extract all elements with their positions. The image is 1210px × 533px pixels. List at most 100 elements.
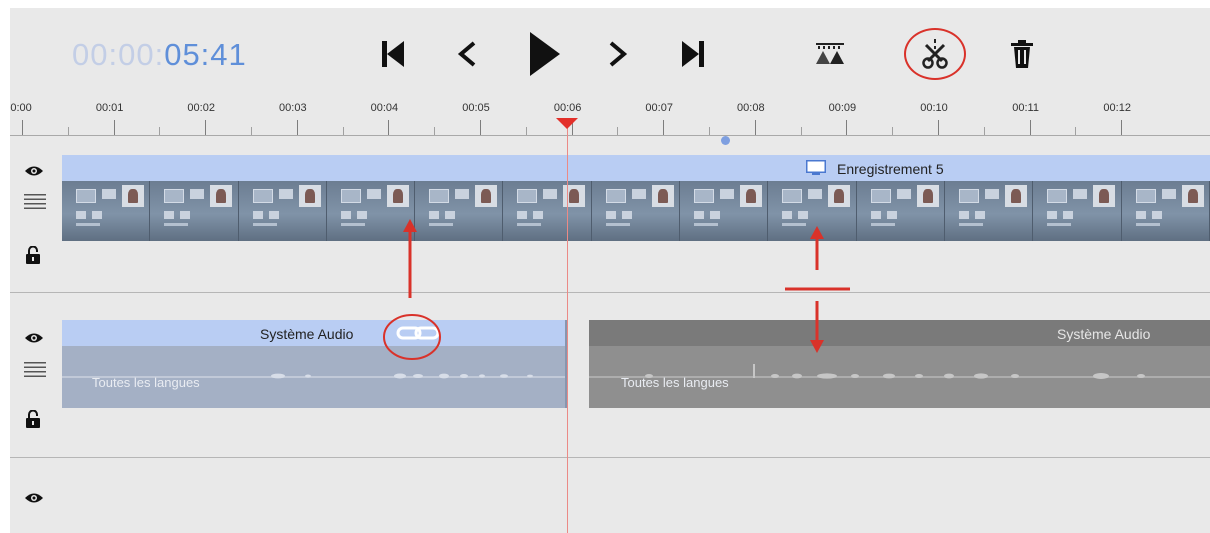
timecode-display: 00:00:05:41 [72, 38, 247, 72]
lines-icon [24, 194, 46, 209]
play-button[interactable] [526, 30, 562, 78]
ruler-minor-tick [1075, 127, 1076, 135]
ruler-tick-label: 00:01 [95, 102, 124, 114]
next-frame-button[interactable] [604, 36, 632, 72]
video-clip-header: Enregistrement 5 [62, 155, 1210, 181]
screen-recording-icon [806, 160, 826, 175]
audio-clip-header: Système Audio [62, 320, 565, 346]
ruler-major-tick [938, 120, 939, 135]
ruler-major-tick [1030, 120, 1031, 135]
eye-icon [25, 333, 43, 343]
ruler-major-tick [846, 120, 847, 135]
ruler-major-tick [1121, 120, 1122, 135]
ruler-tick-label: 00:10 [920, 102, 948, 114]
ruler-tick-label: 00:07 [645, 102, 673, 114]
split-button-highlight [904, 28, 966, 80]
audio-track-menu[interactable] [24, 362, 46, 383]
play-icon [530, 32, 560, 76]
track-3-menu[interactable] [24, 526, 46, 533]
eye-icon [25, 166, 43, 176]
unlock-icon [26, 409, 40, 428]
ruler-tick-label: 00:06 [553, 102, 582, 114]
audio-clip-unlinked[interactable]: Système Audio Toutes les langues [589, 320, 1210, 408]
ruler-major-tick [663, 120, 664, 135]
link-icon[interactable] [396, 325, 440, 341]
previous-frame-button[interactable] [453, 36, 481, 72]
audio-clip-language: Toutes les langues [621, 375, 729, 390]
video-clip-title: Enregistrement 5 [837, 161, 944, 177]
ruler-tick-label: 00:09 [828, 102, 857, 114]
track-divider [10, 292, 1210, 293]
ruler-minor-tick [709, 127, 710, 135]
video-thumbnail [415, 181, 504, 241]
audio-clip-language: Toutes les langues [92, 375, 200, 390]
skip-to-end-button[interactable] [678, 36, 708, 72]
ruler-minor-tick [251, 127, 252, 135]
timecode-prefix: 00:00: [72, 37, 165, 72]
audio-clip-title: Système Audio [1057, 326, 1151, 342]
ruler-major-tick [22, 120, 23, 135]
ruler-minor-tick [159, 127, 160, 135]
keyframe-marker[interactable] [721, 136, 730, 145]
video-thumbnail [62, 181, 151, 241]
audio-clip-linked[interactable]: Système Audio Toutes les langues [62, 320, 567, 408]
ruler-tick-label: 00:12 [1103, 102, 1131, 114]
video-track-lock-toggle[interactable] [25, 245, 41, 269]
video-thumbnail [326, 181, 416, 241]
video-thumbnails [62, 181, 1210, 241]
ruler-tick-label: 00:00 [10, 102, 32, 114]
video-thumbnail [591, 181, 681, 241]
ruler-minor-tick [68, 127, 69, 135]
ruler-minor-tick [801, 127, 802, 135]
ruler-tick-label: 00:04 [370, 102, 399, 114]
chevron-right-icon [609, 41, 628, 67]
ruler-major-tick [205, 120, 206, 135]
timecode-value: 05:41 [164, 37, 247, 72]
ruler-minor-tick [434, 127, 435, 135]
video-thumbnail [503, 181, 592, 241]
audio-clip-header: Système Audio [589, 320, 1210, 346]
video-thumbnail [768, 181, 857, 241]
ruler-major-tick [480, 120, 481, 135]
skip-to-start-button[interactable] [378, 36, 408, 72]
timeline-editor: 00:00:05:41 0:00 00:01 00:02 00:03 00:04… [10, 8, 1210, 533]
ruler-minor-tick [343, 127, 344, 135]
ruler-tick-label: 00:08 [737, 102, 765, 114]
eye-icon [25, 493, 43, 503]
ruler-major-tick [114, 120, 115, 135]
video-thumbnail [238, 181, 327, 241]
skip-end-icon [682, 41, 704, 67]
video-thumbnail [680, 181, 769, 241]
video-thumbnail [1121, 181, 1210, 241]
audio-clip-title: Système Audio [260, 326, 354, 342]
audio-track-lock-toggle[interactable] [25, 409, 41, 433]
video-clip[interactable]: Enregistrement 5 [62, 155, 1210, 241]
lines-icon [24, 362, 46, 377]
ruler-major-tick [297, 120, 298, 135]
ruler-tick-label: 00:11 [1012, 102, 1039, 114]
toolbar: 00:00:05:41 [10, 8, 1210, 94]
trash-icon [1011, 40, 1033, 68]
trim-button[interactable] [813, 40, 847, 68]
ruler-tick-label: 00:02 [187, 102, 215, 114]
video-track-menu[interactable] [24, 194, 46, 215]
delete-button[interactable] [1008, 36, 1036, 72]
ruler-tick-label: 00:03 [279, 102, 307, 114]
audio-track-visibility-toggle[interactable] [24, 331, 44, 350]
ruler-tick-label: 00:05 [462, 102, 490, 114]
video-thumbnail [150, 181, 239, 241]
ruler-minor-tick [617, 127, 618, 135]
skip-start-icon [382, 41, 404, 67]
ruler-minor-tick [892, 127, 893, 135]
unlock-icon [26, 245, 40, 264]
ruler-major-tick [755, 120, 756, 135]
track-3-visibility-toggle[interactable] [24, 491, 44, 510]
video-thumbnail [1033, 181, 1122, 241]
trim-icon [816, 43, 844, 64]
video-track-visibility-toggle[interactable] [24, 164, 44, 183]
time-ruler[interactable]: 00:00 00:01 00:02 00:03 00:04 00:05 00:06 00:07… [10, 94, 1210, 136]
ruler-major-tick [388, 120, 389, 135]
playhead-handle[interactable] [556, 118, 578, 129]
ruler-minor-tick [984, 127, 985, 135]
playhead-line [567, 128, 568, 533]
